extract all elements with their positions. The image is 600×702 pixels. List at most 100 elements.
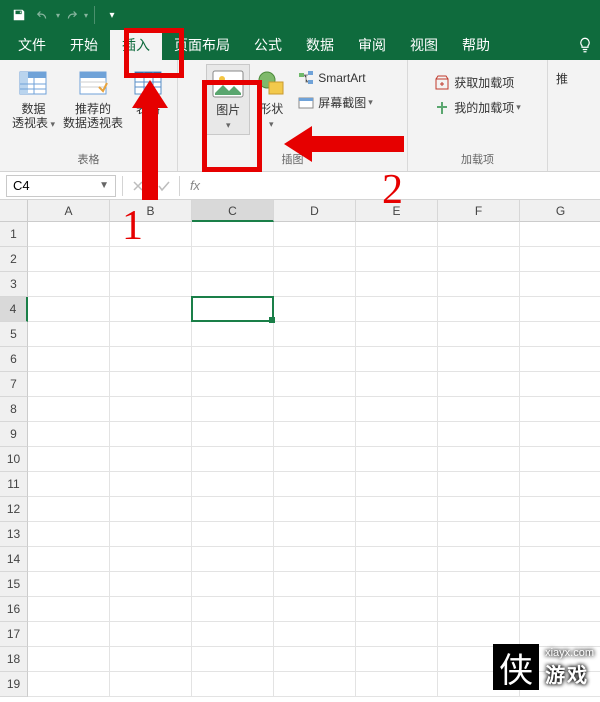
row-header-15[interactable]: 15 [0, 572, 28, 597]
cell-A18[interactable] [28, 647, 110, 672]
cell-A2[interactable] [28, 247, 110, 272]
tab-view[interactable]: 视图 [398, 30, 450, 60]
cell-D3[interactable] [274, 272, 356, 297]
cell-B8[interactable] [110, 397, 192, 422]
cell-D14[interactable] [274, 547, 356, 572]
cell-F5[interactable] [438, 322, 520, 347]
cell-G5[interactable] [520, 322, 600, 347]
tab-insert[interactable]: 插入 [110, 30, 162, 60]
tab-home[interactable]: 开始 [58, 30, 110, 60]
cell-G6[interactable] [520, 347, 600, 372]
cell-A3[interactable] [28, 272, 110, 297]
save-button[interactable] [8, 4, 30, 26]
cell-E4[interactable] [356, 297, 438, 322]
cell-F19[interactable] [438, 672, 520, 697]
row-header-19[interactable]: 19 [0, 672, 28, 697]
column-header-G[interactable]: G [520, 200, 600, 222]
cell-G12[interactable] [520, 497, 600, 522]
cell-E13[interactable] [356, 522, 438, 547]
tell-me-button[interactable] [576, 30, 594, 60]
cell-F18[interactable] [438, 647, 520, 672]
cell-E10[interactable] [356, 447, 438, 472]
cell-B2[interactable] [110, 247, 192, 272]
screenshot-button[interactable]: 屏幕截图 ▾ [294, 92, 377, 113]
cell-A9[interactable] [28, 422, 110, 447]
cell-F8[interactable] [438, 397, 520, 422]
cell-D8[interactable] [274, 397, 356, 422]
cell-G11[interactable] [520, 472, 600, 497]
cell-C6[interactable] [192, 347, 274, 372]
cell-G13[interactable] [520, 522, 600, 547]
cell-D17[interactable] [274, 622, 356, 647]
row-header-10[interactable]: 10 [0, 447, 28, 472]
cell-C4[interactable] [192, 297, 274, 322]
cell-E1[interactable] [356, 222, 438, 247]
customize-qat-button[interactable]: ▾ [101, 4, 123, 26]
row-header-7[interactable]: 7 [0, 372, 28, 397]
cell-A14[interactable] [28, 547, 110, 572]
cell-G10[interactable] [520, 447, 600, 472]
cell-E9[interactable] [356, 422, 438, 447]
row-header-16[interactable]: 16 [0, 597, 28, 622]
cancel-formula-button[interactable] [125, 175, 151, 197]
cell-D6[interactable] [274, 347, 356, 372]
tab-layout[interactable]: 页面布局 [162, 30, 242, 60]
cell-F17[interactable] [438, 622, 520, 647]
cell-E7[interactable] [356, 372, 438, 397]
row-header-9[interactable]: 9 [0, 422, 28, 447]
cell-C16[interactable] [192, 597, 274, 622]
row-header-6[interactable]: 6 [0, 347, 28, 372]
get-addins-button[interactable]: 获取加载项 [430, 72, 525, 93]
row-header-14[interactable]: 14 [0, 547, 28, 572]
cell-C2[interactable] [192, 247, 274, 272]
cell-G15[interactable] [520, 572, 600, 597]
cell-A1[interactable] [28, 222, 110, 247]
cell-B9[interactable] [110, 422, 192, 447]
cell-B5[interactable] [110, 322, 192, 347]
cell-G1[interactable] [520, 222, 600, 247]
enter-formula-button[interactable] [151, 175, 177, 197]
cell-C14[interactable] [192, 547, 274, 572]
cell-C18[interactable] [192, 647, 274, 672]
cell-E3[interactable] [356, 272, 438, 297]
row-header-4[interactable]: 4 [0, 297, 28, 322]
cell-B3[interactable] [110, 272, 192, 297]
row-header-13[interactable]: 13 [0, 522, 28, 547]
cell-G14[interactable] [520, 547, 600, 572]
cell-D19[interactable] [274, 672, 356, 697]
column-header-C[interactable]: C [192, 200, 274, 222]
cell-C13[interactable] [192, 522, 274, 547]
cell-B14[interactable] [110, 547, 192, 572]
pivot-table-button[interactable]: 数据 透视表 ▾ [8, 64, 59, 133]
table-button[interactable]: 表格 [127, 64, 169, 118]
cell-B16[interactable] [110, 597, 192, 622]
cell-E16[interactable] [356, 597, 438, 622]
cell-G18[interactable] [520, 647, 600, 672]
cell-F1[interactable] [438, 222, 520, 247]
cell-D4[interactable] [274, 297, 356, 322]
cell-B17[interactable] [110, 622, 192, 647]
cell-G7[interactable] [520, 372, 600, 397]
cell-A4[interactable] [28, 297, 110, 322]
row-header-3[interactable]: 3 [0, 272, 28, 297]
partial-button[interactable]: 推 [552, 68, 572, 89]
cell-D12[interactable] [274, 497, 356, 522]
cell-F12[interactable] [438, 497, 520, 522]
recommended-pivot-button[interactable]: 推荐的 数据透视表 [59, 64, 127, 132]
cell-G4[interactable] [520, 297, 600, 322]
cell-E12[interactable] [356, 497, 438, 522]
picture-button[interactable]: 图片▾ [206, 64, 250, 135]
cell-A11[interactable] [28, 472, 110, 497]
spreadsheet-grid[interactable]: ABCDEFG 12345678910111213141516171819 [0, 200, 600, 702]
cell-B6[interactable] [110, 347, 192, 372]
cell-F13[interactable] [438, 522, 520, 547]
cell-C7[interactable] [192, 372, 274, 397]
cell-G8[interactable] [520, 397, 600, 422]
cell-A16[interactable] [28, 597, 110, 622]
insert-function-button[interactable]: fx [182, 175, 208, 197]
cell-A19[interactable] [28, 672, 110, 697]
cell-C5[interactable] [192, 322, 274, 347]
cell-A10[interactable] [28, 447, 110, 472]
row-header-18[interactable]: 18 [0, 647, 28, 672]
name-box[interactable]: C4 ▼ [6, 175, 116, 197]
